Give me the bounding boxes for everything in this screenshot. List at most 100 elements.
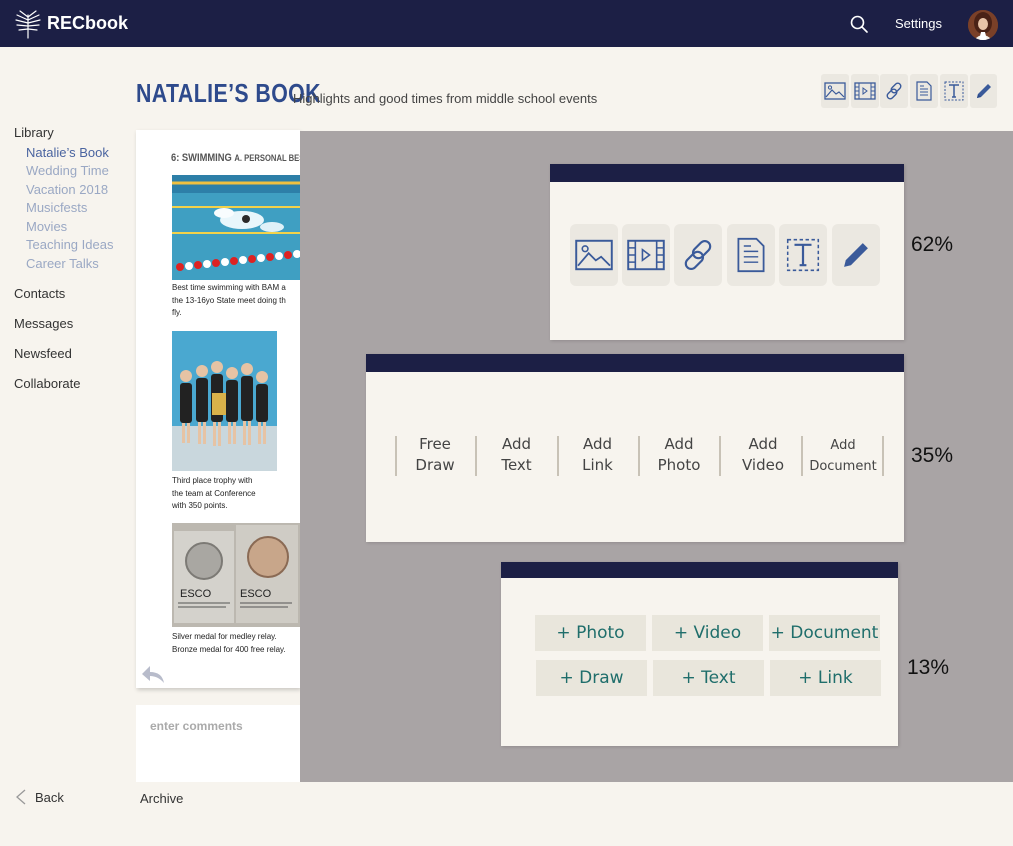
link-icon (684, 239, 712, 271)
medal-label-right: ESCO (240, 588, 272, 600)
toolbar-options-overlay: 62% Free Draw Add Text Add Link Add Phot… (300, 131, 1013, 782)
variant-video-button[interactable] (622, 224, 670, 286)
variant-3-percentage: 13% (907, 656, 950, 679)
variant-link-button[interactable] (674, 224, 722, 286)
variant-2-percentage: 35% (911, 444, 954, 467)
option-line: Photo (657, 456, 701, 474)
sidebar-subitem-musicfests[interactable]: Musicfests (26, 200, 87, 215)
option-line: Add (748, 435, 778, 453)
plus-link-button[interactable]: + Link (770, 660, 881, 696)
document-icon (737, 237, 765, 273)
card-header (550, 164, 904, 182)
medals-photo[interactable]: ESCO ESCO (172, 523, 300, 627)
option-line: Add (664, 435, 694, 453)
sidebar-subitem-career-talks[interactable]: Career Talks (26, 256, 99, 271)
divider (882, 436, 884, 476)
divider (475, 436, 477, 476)
text-toolbar-variant: Free Draw Add Text Add Link Add Photo Ad… (366, 354, 904, 542)
sidebar-item-messages[interactable]: Messages (14, 316, 73, 331)
sidebar-subitem-teaching-ideas[interactable]: Teaching Ideas (26, 237, 113, 252)
plus-text-button[interactable]: + Text (653, 660, 764, 696)
variant-edit-button[interactable] (832, 224, 880, 286)
divider (557, 436, 559, 476)
caption-line: Third place trophy with (172, 476, 253, 485)
undo-icon[interactable] (140, 663, 166, 685)
link-icon (886, 82, 902, 100)
user-avatar-image (968, 10, 998, 40)
app-name[interactable]: RECbook (47, 13, 128, 34)
add-link-button[interactable] (880, 74, 908, 108)
sidebar-subitem-movies[interactable]: Movies (26, 219, 67, 234)
free-draw-option[interactable]: Free Draw (399, 434, 471, 476)
variant-1-percentage: 62% (911, 233, 954, 256)
option-line: Draw (415, 456, 455, 474)
swimming-photo[interactable] (172, 175, 300, 280)
team-photo[interactable] (172, 331, 277, 471)
add-photo-option[interactable]: Add Photo (641, 434, 717, 476)
add-document-option[interactable]: Add Document (803, 435, 883, 477)
divider (638, 436, 640, 476)
photo-caption-3: Silver medal for medley relay. Bronze me… (172, 631, 300, 656)
caption-line: the 13-16yo State meet doing th (172, 295, 286, 305)
sidebar-subitem-wedding-time[interactable]: Wedding Time (26, 163, 109, 178)
variant-text-button[interactable] (779, 224, 827, 286)
variant-image-button[interactable] (570, 224, 618, 286)
page-section-heading: 6: SWIMMING A. PERSONAL BES (171, 152, 300, 164)
sidebar-subitem-natalies-book[interactable]: Natalie’s Book (26, 145, 109, 160)
add-image-button[interactable] (821, 74, 849, 108)
icon-toolbar-variant (550, 164, 904, 340)
comment-input[interactable] (136, 705, 324, 747)
plus-photo-button[interactable]: + Photo (535, 615, 646, 651)
option-line: Free (419, 435, 451, 453)
back-button[interactable]: Back (14, 788, 64, 806)
medal-label-left: ESCO (180, 588, 212, 600)
section-title: 6: SWIMMING (171, 152, 232, 164)
team-photo-image (172, 331, 277, 471)
image-icon (824, 82, 846, 100)
divider (395, 436, 397, 476)
card-header (366, 354, 904, 372)
avatar[interactable] (968, 10, 998, 40)
variant-document-button[interactable] (727, 224, 775, 286)
comment-box (136, 705, 324, 782)
plus-draw-button[interactable]: + Draw (536, 660, 647, 696)
divider (719, 436, 721, 476)
search-icon[interactable] (849, 14, 869, 34)
caption-line: Silver medal for medley relay. (172, 632, 277, 641)
option-line: Document (809, 459, 877, 474)
option-line: Video (741, 456, 785, 474)
plus-toolbar-variant: + Photo + Video + Document + Draw + Text… (501, 562, 898, 746)
add-link-option[interactable]: Add Link (560, 434, 635, 476)
plus-document-button[interactable]: + Document (769, 615, 880, 651)
text-icon (786, 238, 820, 272)
option-line: Add (582, 435, 613, 453)
add-text-button[interactable] (940, 74, 968, 108)
option-line: Text (501, 456, 532, 474)
page-subtitle: Highlights and good times from middle sc… (293, 91, 598, 106)
sidebar-subitem-vacation-2018[interactable]: Vacation 2018 (26, 182, 108, 197)
caption-line: fly. (172, 308, 182, 317)
settings-link[interactable]: Settings (895, 16, 942, 31)
section-subtitle: A. PERSONAL BES (234, 153, 300, 163)
sidebar-item-collaborate[interactable]: Collaborate (14, 376, 81, 391)
add-document-button[interactable] (910, 74, 938, 108)
archive-link[interactable]: Archive (140, 791, 183, 806)
caption-line: Best time swimming with BAM a (172, 283, 286, 292)
back-label: Back (35, 789, 64, 805)
add-text-option[interactable]: Add Text (479, 434, 554, 476)
add-video-option[interactable]: Add Video (724, 434, 802, 476)
pencil-icon (844, 243, 868, 267)
photo-caption-2: Third place trophy with the team at Conf… (172, 475, 300, 513)
option-line: Add (501, 435, 532, 453)
sidebar-item-contacts[interactable]: Contacts (14, 286, 65, 301)
swimming-photo-image (172, 175, 300, 280)
edit-button[interactable] (970, 74, 997, 108)
video-icon (627, 239, 665, 271)
sidebar-item-newsfeed[interactable]: Newsfeed (14, 346, 72, 361)
add-video-button[interactable] (851, 74, 879, 108)
book-page: 6: SWIMMING A. PERSONAL BES Best time sw… (136, 130, 300, 688)
sidebar-item-library[interactable]: Library (14, 125, 54, 140)
editor-toolbar (821, 74, 997, 110)
plus-video-button[interactable]: + Video (652, 615, 763, 651)
caption-line: the team at Conference (172, 488, 256, 498)
